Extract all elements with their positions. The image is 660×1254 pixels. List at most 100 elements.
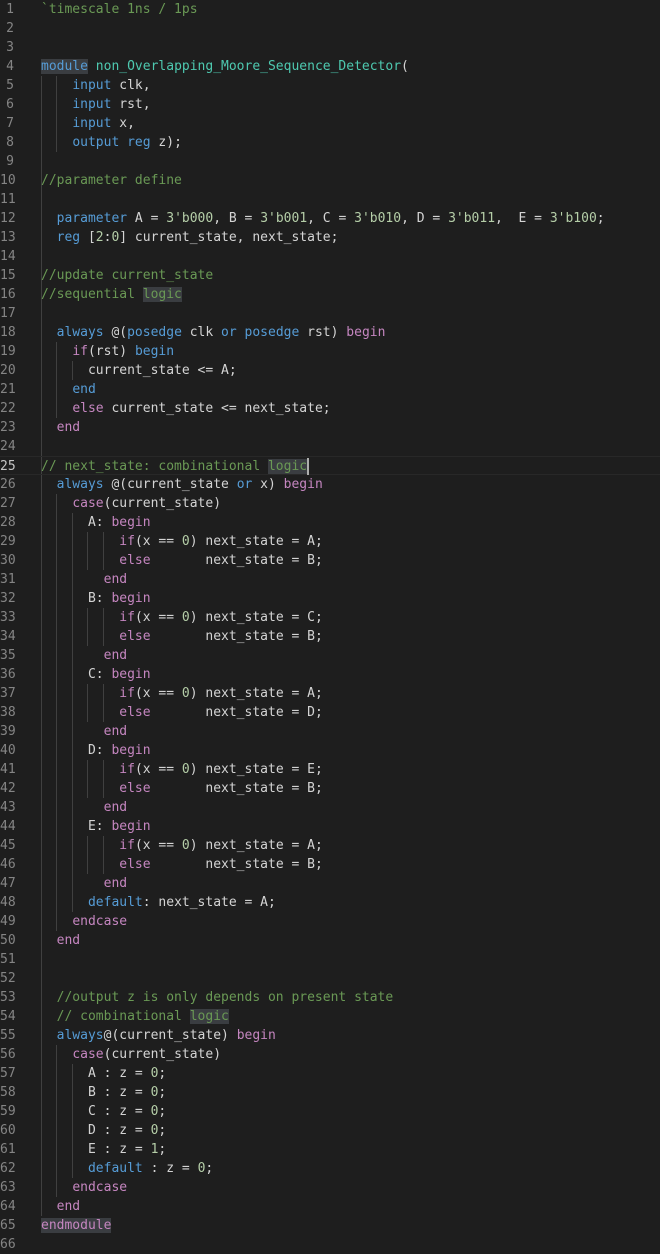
code-line[interactable]: 39 end: [0, 722, 660, 741]
code-line[interactable]: 52: [0, 969, 660, 988]
code-line[interactable]: 36 C: begin: [0, 665, 660, 684]
code-text[interactable]: else next_state = B;: [41, 551, 323, 570]
code-text[interactable]: C : z = 0;: [41, 1102, 166, 1121]
code-line[interactable]: 58 B : z = 0;: [0, 1083, 660, 1102]
code-text[interactable]: default: next_state = A;: [41, 893, 276, 912]
code-text[interactable]: //sequential logic: [41, 285, 182, 304]
code-line[interactable]: 38 else next_state = D;: [0, 703, 660, 722]
code-text[interactable]: else next_state = B;: [41, 627, 323, 646]
code-text[interactable]: //output z is only depends on present st…: [41, 988, 394, 1007]
code-line[interactable]: 61 E : z = 1;: [0, 1140, 660, 1159]
code-line[interactable]: 27 case(current_state): [0, 494, 660, 513]
code-line[interactable]: 12 parameter A = 3'b000, B = 3'b001, C =…: [0, 209, 660, 228]
code-text[interactable]: E: begin: [41, 817, 151, 836]
code-text[interactable]: B: begin: [41, 589, 151, 608]
code-line[interactable]: 35 end: [0, 646, 660, 665]
code-line[interactable]: 1 `timescale 1ns / 1ps: [0, 0, 660, 19]
code-text[interactable]: case(current_state): [41, 494, 221, 513]
code-line[interactable]: 22 else current_state <= next_state;: [0, 399, 660, 418]
code-text[interactable]: if(rst) begin: [41, 342, 174, 361]
code-line[interactable]: 46 else next_state = B;: [0, 855, 660, 874]
code-text[interactable]: end: [41, 380, 95, 399]
code-line[interactable]: 4 module non_Overlapping_Moore_Sequence_D…: [0, 57, 660, 76]
code-text[interactable]: end: [41, 931, 80, 950]
code-line[interactable]: 65 endmodule: [0, 1216, 660, 1235]
code-text[interactable]: always@(current_state) begin: [41, 1026, 276, 1045]
code-line[interactable]: 53 //output z is only depends on present…: [0, 988, 660, 1007]
code-line[interactable]: 54 // combinational logic: [0, 1007, 660, 1026]
code-text[interactable]: if(x == 0) next_state = C;: [41, 608, 323, 627]
code-text[interactable]: if(x == 0) next_state = E;: [41, 760, 323, 779]
code-text[interactable]: endcase: [41, 1178, 127, 1197]
code-text[interactable]: endcase: [41, 912, 127, 931]
code-line[interactable]: 29 if(x == 0) next_state = A;: [0, 532, 660, 551]
code-line[interactable]: 59 C : z = 0;: [0, 1102, 660, 1121]
code-text[interactable]: D: begin: [41, 741, 151, 760]
code-line[interactable]: 51: [0, 950, 660, 969]
code-text[interactable]: //parameter define: [41, 171, 182, 190]
code-line[interactable]: 32 B: begin: [0, 589, 660, 608]
code-line[interactable]: 21 end: [0, 380, 660, 399]
code-text[interactable]: input x,: [41, 114, 135, 133]
code-text[interactable]: // next_state: combinational logic: [41, 457, 310, 476]
code-text[interactable]: input rst,: [41, 95, 150, 114]
code-line[interactable]: 37 if(x == 0) next_state = A;: [0, 684, 660, 703]
code-text[interactable]: module non_Overlapping_Moore_Sequence_De…: [41, 57, 409, 76]
code-text[interactable]: end: [41, 798, 127, 817]
code-text[interactable]: E : z = 1;: [41, 1140, 166, 1159]
code-text[interactable]: else next_state = B;: [41, 855, 323, 874]
code-line[interactable]: 3: [0, 38, 660, 57]
code-line[interactable]: 31 end: [0, 570, 660, 589]
code-line[interactable]: 26 always @(current_state or x) begin: [0, 475, 660, 494]
code-text[interactable]: endmodule: [41, 1216, 112, 1235]
code-line[interactable]: 5 input clk,: [0, 76, 660, 95]
code-line[interactable]: 62 default : z = 0;: [0, 1159, 660, 1178]
code-line[interactable]: 17: [0, 304, 660, 323]
code-line[interactable]: 14: [0, 247, 660, 266]
code-line[interactable]: 42 else next_state = B;: [0, 779, 660, 798]
code-text[interactable]: end: [41, 1197, 80, 1216]
code-editor[interactable]: 1 `timescale 1ns / 1ps 2 3 4 module non_Overl…: [0, 0, 660, 1252]
code-text[interactable]: always @(current_state or x) begin: [41, 475, 323, 494]
code-line[interactable]: 10 //parameter define: [0, 171, 660, 190]
code-text[interactable]: end: [41, 646, 127, 665]
code-text[interactable]: if(x == 0) next_state = A;: [41, 532, 323, 551]
code-line[interactable]: 2: [0, 19, 660, 38]
code-line[interactable]: 20 current_state <= A;: [0, 361, 660, 380]
code-line[interactable]: 18 always @(posedge clk or posedge rst) …: [0, 323, 660, 342]
code-text[interactable]: end: [41, 570, 127, 589]
code-line[interactable]: 60 D : z = 0;: [0, 1121, 660, 1140]
code-text[interactable]: else next_state = D;: [41, 703, 323, 722]
code-line[interactable]: 15 //update current_state: [0, 266, 660, 285]
code-text[interactable]: reg [2:0] current_state, next_state;: [41, 228, 339, 247]
code-text[interactable]: B : z = 0;: [41, 1083, 166, 1102]
code-text[interactable]: output reg z);: [41, 133, 182, 152]
code-line[interactable]: 13 reg [2:0] current_state, next_state;: [0, 228, 660, 247]
code-line[interactable]: 45 if(x == 0) next_state = A;: [0, 836, 660, 855]
code-line[interactable]: 6 input rst,: [0, 95, 660, 114]
code-text[interactable]: A : z = 0;: [41, 1064, 166, 1083]
code-line[interactable]: 19 if(rst) begin: [0, 342, 660, 361]
code-line[interactable]: 56 case(current_state): [0, 1045, 660, 1064]
code-text[interactable]: parameter A = 3'b000, B = 3'b001, C = 3'…: [41, 209, 605, 228]
code-line[interactable]: 43 end: [0, 798, 660, 817]
code-text[interactable]: D : z = 0;: [41, 1121, 166, 1140]
code-line[interactable]: 48 default: next_state = A;: [0, 893, 660, 912]
code-line[interactable]: 23 end: [0, 418, 660, 437]
code-line[interactable]: 64 end: [0, 1197, 660, 1216]
code-line[interactable]: 28 A: begin: [0, 513, 660, 532]
code-line[interactable]: 55 always@(current_state) begin: [0, 1026, 660, 1045]
code-line[interactable]: 63 endcase: [0, 1178, 660, 1197]
code-line[interactable]: 40 D: begin: [0, 741, 660, 760]
code-line[interactable]: 47 end: [0, 874, 660, 893]
code-line[interactable]: 9: [0, 152, 660, 171]
code-text[interactable]: end: [41, 874, 127, 893]
code-text[interactable]: C: begin: [41, 665, 151, 684]
code-line[interactable]: 25 // next_state: combinational logic: [0, 456, 660, 475]
code-text[interactable]: else next_state = B;: [41, 779, 323, 798]
code-line[interactable]: 24: [0, 437, 660, 456]
code-text[interactable]: // combinational logic: [41, 1007, 229, 1026]
code-text[interactable]: input clk,: [41, 76, 150, 95]
code-line[interactable]: 57 A : z = 0;: [0, 1064, 660, 1083]
code-text[interactable]: A: begin: [41, 513, 151, 532]
